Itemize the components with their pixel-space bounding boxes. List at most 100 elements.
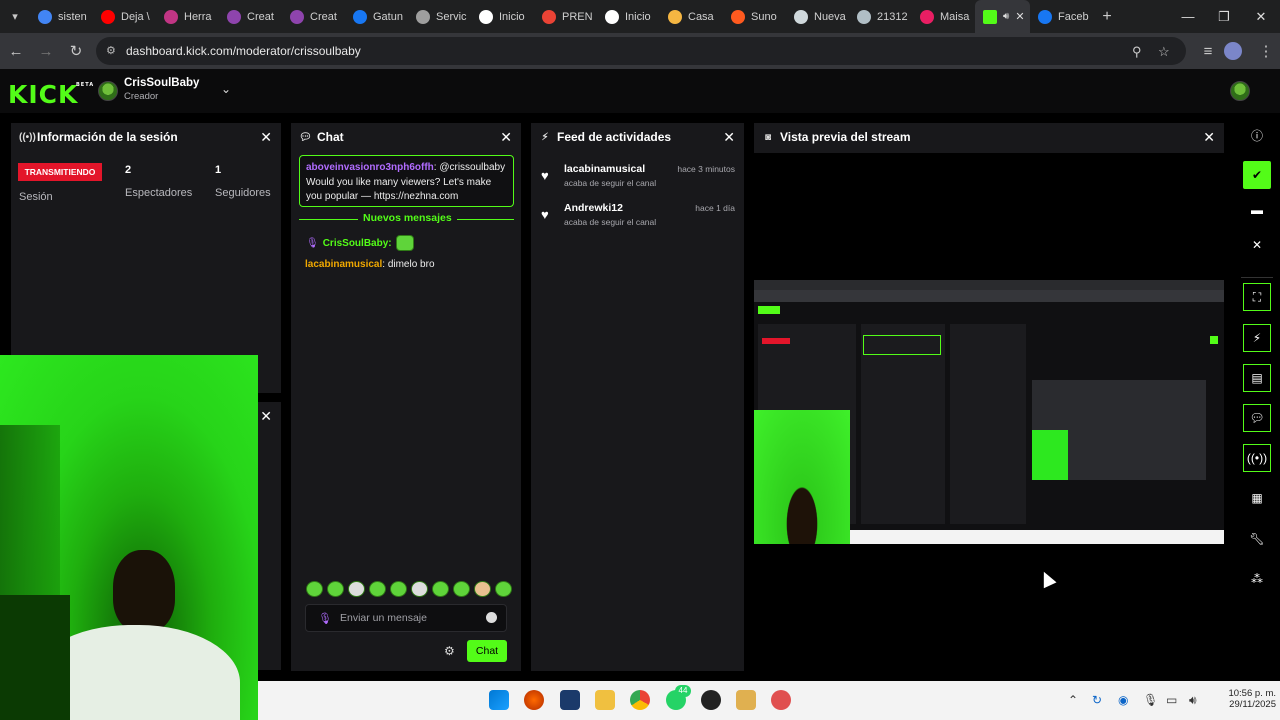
preview-icon[interactable]: ⛶ — [1243, 283, 1271, 311]
sync-icon[interactable]: ↻ — [1092, 693, 1102, 707]
info-icon[interactable]: ⓘ — [1243, 121, 1271, 149]
emote-icon[interactable] — [453, 581, 470, 597]
browser-tab[interactable]: 21312 — [849, 0, 912, 33]
wrench-icon[interactable]: 🔧︎ — [1243, 525, 1271, 553]
tab-favicon-icon — [101, 9, 115, 24]
network-app-icon[interactable]: ◉ — [1118, 693, 1128, 707]
browser-menu-icon[interactable]: ⋮ — [1252, 37, 1280, 65]
viewers-count: 2 — [125, 164, 132, 176]
emote-icon[interactable] — [432, 581, 449, 597]
preview-logo — [758, 306, 780, 314]
chat-username[interactable]: lacabinamusical — [305, 259, 382, 270]
firefox-icon[interactable] — [524, 690, 544, 710]
mouse-cursor-icon — [1037, 568, 1057, 589]
emote-icon[interactable] — [369, 581, 386, 597]
close-tab-icon[interactable]: ✕ — [1015, 10, 1024, 23]
new-tab-button[interactable]: + — [1093, 8, 1121, 26]
app-icon[interactable] — [701, 690, 721, 710]
tab-search-icon[interactable]: ▾ — [0, 0, 30, 33]
browser-tab[interactable]: Inicio — [471, 0, 534, 33]
close-panel-icon[interactable]: ✕ — [500, 129, 512, 146]
check-icon[interactable]: ✔ — [1243, 161, 1271, 189]
chat-bubble-icon[interactable]: 💬︎ — [1243, 404, 1271, 432]
pinned-message[interactable]: aboveinvasionro3nph6offh: @crissoulbaby … — [299, 155, 514, 207]
emote-icon[interactable] — [411, 581, 428, 597]
emoji-picker-icon[interactable] — [486, 612, 497, 623]
app-icon[interactable] — [560, 690, 580, 710]
zoom-icon[interactable]: ⚲ — [1132, 44, 1142, 60]
chat-settings-gear-icon[interactable]: ⚙ — [444, 644, 455, 658]
send-chat-button[interactable]: Chat — [467, 640, 507, 662]
chat-username[interactable]: CrisSoulBaby: — [323, 238, 392, 249]
close-panel-icon[interactable]: ✕ — [260, 129, 272, 146]
browser-tab[interactable]: sisten — [30, 0, 93, 33]
url-text: dashboard.kick.com/moderator/crissoulbab… — [126, 44, 361, 58]
display-icon[interactable]: ▭ — [1166, 693, 1177, 707]
close-panel-icon[interactable]: ✕ — [1203, 129, 1215, 146]
tab-kick-dashboard[interactable]: 🔊︎ ✕ — [975, 0, 1030, 33]
emote-icon[interactable] — [327, 581, 344, 597]
lightning-icon[interactable]: ⚡︎ — [1243, 324, 1271, 352]
browser-tab[interactable]: Casa — [660, 0, 723, 33]
browser-tab[interactable]: PREN — [534, 0, 597, 33]
profile-avatar[interactable] — [1230, 81, 1250, 101]
chevron-up-icon[interactable]: ⌃ — [1068, 693, 1078, 707]
feed-username[interactable]: lacabinamusical — [564, 163, 645, 175]
browser-tab[interactable]: Gatun — [345, 0, 408, 33]
minimize-button[interactable]: — — [1170, 0, 1206, 33]
browser-tab[interactable]: Inicio — [597, 0, 660, 33]
emote-icon[interactable] — [495, 581, 512, 597]
site-info-icon[interactable]: ⚙ — [106, 44, 120, 58]
file-explorer-icon[interactable] — [595, 690, 615, 710]
chat-input[interactable]: 🎙︎ Enviar un mensaje — [305, 604, 507, 632]
document-icon[interactable]: ▤ — [1243, 364, 1271, 392]
media-control-icon[interactable]: ≡ — [1194, 37, 1222, 65]
avatar[interactable] — [98, 81, 118, 101]
kick-logo[interactable]: KICK BETA — [8, 80, 93, 109]
close-panel-icon[interactable]: ✕ — [723, 129, 735, 146]
forward-button[interactable]: → — [32, 37, 60, 65]
tab-favicon-icon — [794, 9, 808, 24]
close-window-button[interactable]: ✕ — [1243, 0, 1279, 33]
channel-switch-chevron-icon[interactable]: ⌄ — [221, 82, 231, 96]
layout-icon[interactable]: ▬ — [1243, 196, 1271, 224]
browser-tab[interactable]: Maisa — [912, 0, 975, 33]
emote-icon[interactable] — [348, 581, 365, 597]
close-panel-icon[interactable]: ✕ — [260, 408, 272, 425]
tab-favicon-icon — [542, 9, 556, 24]
broadcast-icon[interactable]: ((•)) — [1243, 444, 1271, 472]
volume-icon[interactable]: 🔊︎ — [1189, 693, 1197, 708]
feed-item: ♥ Andrewki12 acaba de seguir el canal ha… — [538, 202, 738, 232]
browser-tab[interactable]: Servic — [408, 0, 471, 33]
address-bar[interactable]: ⚙ dashboard.kick.com/moderator/crissoulb… — [96, 37, 1186, 65]
start-menu-icon[interactable] — [489, 690, 509, 710]
tab-favicon-icon — [416, 9, 430, 24]
chrome-icon[interactable] — [630, 690, 650, 710]
emote-icon[interactable] — [474, 581, 491, 597]
feed-username[interactable]: Andrewki12 — [564, 202, 623, 214]
emote-icon[interactable] — [306, 581, 323, 597]
browser-tab[interactable]: Suno — [723, 0, 786, 33]
clock[interactable]: 10:56 p. m. 29/11/2025 — [1210, 688, 1276, 710]
tab-facebook[interactable]: Faceb — [1030, 0, 1093, 33]
browser-tab[interactable]: Creat — [282, 0, 345, 33]
browser-tab[interactable]: Deja \ — [93, 0, 156, 33]
followers-count: 1 — [215, 164, 222, 176]
profile-avatar-icon[interactable] — [1224, 42, 1242, 60]
emote-icon[interactable] — [390, 581, 407, 597]
stream-preview-video[interactable] — [754, 280, 1224, 544]
pinned-username[interactable]: aboveinvasionro3nph6offh — [306, 162, 434, 173]
microphone-icon[interactable]: 🎙︎ — [1143, 693, 1158, 707]
back-button[interactable]: ← — [2, 37, 30, 65]
reload-button[interactable]: ↻ — [62, 37, 90, 65]
app-icon[interactable] — [771, 690, 791, 710]
shapes-icon[interactable]: ⁂ — [1243, 565, 1271, 593]
maximize-button[interactable]: ❐ — [1206, 0, 1242, 33]
app-icon[interactable] — [736, 690, 756, 710]
browser-tab[interactable]: Creat — [219, 0, 282, 33]
browser-tab[interactable]: Nueva — [786, 0, 849, 33]
bookmark-star-icon[interactable]: ☆ — [1158, 44, 1170, 60]
dashboard-icon[interactable]: ▦ — [1243, 484, 1271, 512]
close-icon[interactable]: ✕ — [1243, 231, 1271, 259]
browser-tab[interactable]: Herra — [156, 0, 219, 33]
